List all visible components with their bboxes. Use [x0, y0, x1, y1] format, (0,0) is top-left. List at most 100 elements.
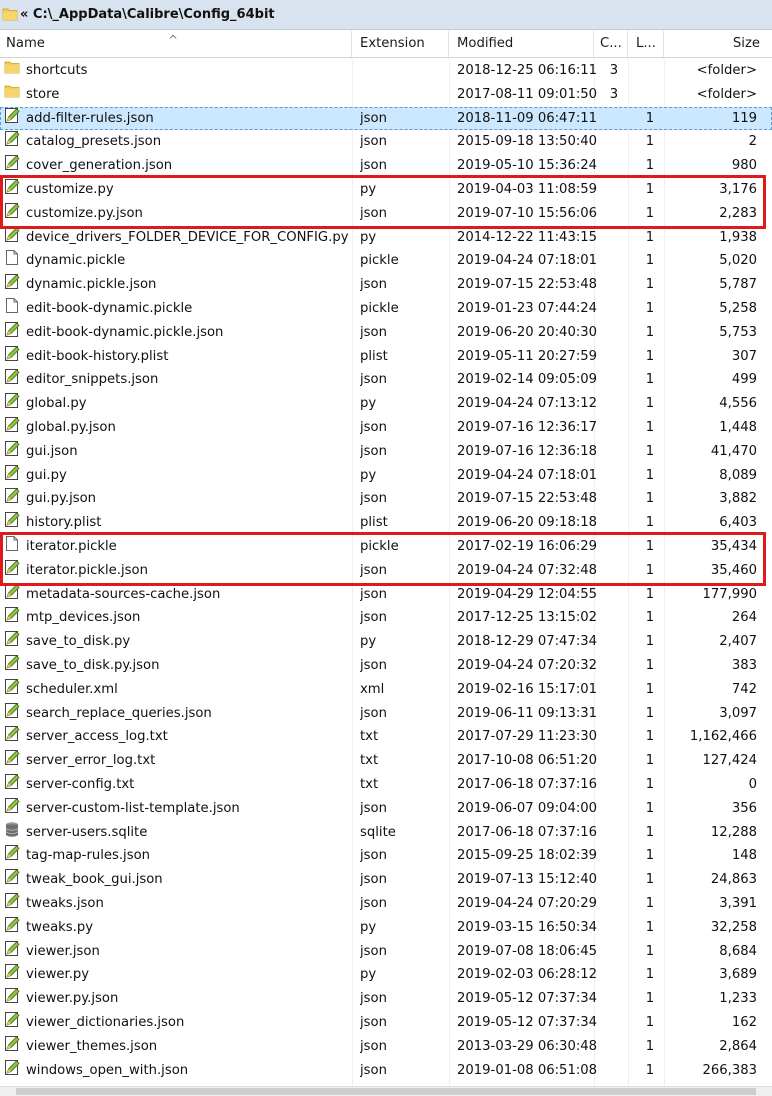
file-row[interactable]: editor_snippets.json json 2019-02-14 09:…: [0, 368, 772, 392]
address-bar[interactable]: « C:\_AppData\Calibre\Config_64bit: [0, 0, 772, 30]
edit-file-icon: [4, 368, 22, 392]
file-name: server-config.txt: [26, 777, 135, 792]
file-modified: 2019-04-24 07:13:12: [457, 396, 598, 412]
file-size: 41,470: [710, 443, 757, 459]
file-name: viewer.json: [26, 943, 100, 959]
scrollbar-thumb[interactable]: [16, 1088, 756, 1095]
file-row[interactable]: save_to_disk.py py 2018-12-29 07:47:34 1…: [0, 630, 772, 654]
file-row[interactable]: dynamic.pickle.json json 2019-07-15 22:5…: [0, 273, 772, 297]
file-row[interactable]: server-custom-list-template.json json 20…: [0, 797, 772, 821]
file-extension: [360, 83, 450, 107]
file-row[interactable]: server-config.txt txt 2017-06-18 07:37:1…: [0, 773, 772, 797]
file-name: save_to_disk.py: [26, 634, 131, 650]
edit-file-icon: [4, 273, 22, 297]
file-extension: txt: [360, 753, 379, 769]
file-row[interactable]: tweak_book_gui.json json 2019-07-13 15:1…: [0, 868, 772, 892]
file-name: viewer.py.json: [26, 991, 119, 1007]
file-name: edit-book-history.plist: [26, 348, 169, 364]
file-size: 1,448: [719, 420, 757, 435]
file-size: 307: [731, 348, 757, 364]
file-extension: json: [360, 134, 387, 150]
file-extension: json: [360, 872, 387, 888]
file-size: 264: [731, 610, 757, 626]
file-row[interactable]: catalog_presets.json json 2015-09-18 13:…: [0, 130, 772, 154]
file-row[interactable]: save_to_disk.py.json json 2019-04-24 07:…: [0, 654, 772, 678]
file-row[interactable]: edit-book-dynamic.pickle.json json 2019-…: [0, 321, 772, 345]
file-c: [600, 1035, 628, 1059]
file-row[interactable]: viewer.py.json json 2019-05-12 07:37:34 …: [0, 987, 772, 1011]
file-name: metadata-sources-cache.json: [26, 586, 221, 602]
file-name: search_replace_queries.json: [26, 705, 212, 721]
file-row[interactable]: viewer_dictionaries.json json 2019-05-12…: [0, 1011, 772, 1035]
column-name-header[interactable]: Name ^: [0, 31, 352, 57]
file-c: [600, 273, 628, 297]
file-name: add-filter-rules.json: [26, 110, 154, 126]
file-size: 2: [748, 134, 757, 150]
file-row[interactable]: tweaks.py py 2019-03-15 16:50:34 1 32,25…: [0, 916, 772, 940]
file-row[interactable]: search_replace_queries.json json 2019-06…: [0, 702, 772, 726]
file-row[interactable]: gui.py.json json 2019-07-15 22:53:48 1 3…: [0, 487, 772, 511]
file-row[interactable]: gui.py py 2019-04-24 07:18:01 1 8,089: [0, 464, 772, 488]
file-c: [600, 107, 628, 131]
file-extension: json: [360, 372, 387, 388]
edit-file-icon: [4, 226, 22, 250]
file-c: [600, 892, 628, 916]
column-extension-header[interactable]: Extension: [352, 31, 449, 57]
highlight-box: [0, 175, 766, 229]
file-modified: 2019-07-15 22:53:48: [457, 491, 598, 507]
file-row[interactable]: scheduler.xml xml 2019-02-16 15:17:01 1 …: [0, 678, 772, 702]
file-c: [600, 297, 628, 321]
file-modified: 2019-07-13 15:12:40: [457, 872, 598, 888]
file-extension: json: [360, 705, 387, 721]
file-extension: json: [360, 991, 387, 1007]
file-size: 1,938: [719, 229, 757, 245]
file-row[interactable]: mtp_devices.json json 2017-12-25 13:15:0…: [0, 606, 772, 630]
file-row[interactable]: device_drivers_FOLDER_DEVICE_FOR_CONFIG.…: [0, 226, 772, 250]
column-size-header[interactable]: Size: [664, 31, 772, 57]
file-row[interactable]: tag-map-rules.json json 2015-09-25 18:02…: [0, 844, 772, 868]
file-name: scheduler.xml: [26, 681, 118, 697]
address-path[interactable]: « C:\_AppData\Calibre\Config_64bit: [20, 7, 275, 22]
file-c: [600, 464, 628, 488]
file-row[interactable]: metadata-sources-cache.json json 2019-04…: [0, 583, 772, 607]
file-extension: json: [360, 800, 387, 816]
file-size: 119: [731, 110, 757, 126]
file-row[interactable]: tweaks.json json 2019-04-24 07:20:29 1 3…: [0, 892, 772, 916]
file-row[interactable]: shortcuts 2018-12-25 06:16:11 3 <folder>: [0, 59, 772, 83]
file-extension: json: [360, 943, 387, 959]
file-c: [600, 916, 628, 940]
file-extension: json: [360, 1062, 387, 1078]
column-modified-header[interactable]: Modified: [449, 31, 594, 57]
column-c-header[interactable]: C...: [594, 31, 628, 57]
file-modified: 2017-06-18 07:37:16: [457, 824, 598, 840]
file-row[interactable]: viewer_themes.json json 2013-03-29 06:30…: [0, 1035, 772, 1059]
file-extension: json: [360, 848, 387, 864]
file-modified: 2019-04-24 07:18:01: [457, 467, 598, 483]
file-row[interactable]: server-users.sqlite sqlite 2017-06-18 07…: [0, 821, 772, 845]
file-row[interactable]: add-filter-rules.json json 2018-11-09 06…: [0, 106, 772, 131]
file-row[interactable]: global.py py 2019-04-24 07:13:12 1 4,556: [0, 392, 772, 416]
file-name: store: [26, 86, 60, 102]
file-modified: 2019-06-07 09:04:00: [457, 800, 598, 816]
file-row[interactable]: viewer.json json 2019-07-08 18:06:45 1 8…: [0, 940, 772, 964]
file-row[interactable]: edit-book-dynamic.pickle pickle 2019-01-…: [0, 297, 772, 321]
edit-file-icon: [4, 702, 22, 726]
file-c: [600, 749, 628, 773]
file-row[interactable]: global.py.json json 2019-07-16 12:36:17 …: [0, 416, 772, 440]
file-row[interactable]: windows_open_with.json json 2019-01-08 0…: [0, 1059, 772, 1083]
edit-file-icon: [4, 916, 22, 940]
folder-icon: [4, 59, 22, 83]
file-modified: 2019-07-08 18:06:45: [457, 943, 598, 959]
file-row[interactable]: server_access_log.txt txt 2017-07-29 11:…: [0, 725, 772, 749]
file-extension: json: [360, 491, 387, 507]
file-row[interactable]: edit-book-history.plist plist 2019-05-11…: [0, 345, 772, 369]
edit-file-icon: [4, 797, 22, 821]
file-row[interactable]: dynamic.pickle pickle 2019-04-24 07:18:0…: [0, 249, 772, 273]
file-modified: 2019-06-20 20:40:30: [457, 324, 598, 340]
file-row[interactable]: viewer.py py 2019-02-03 06:28:12 1 3,689: [0, 963, 772, 987]
file-row[interactable]: gui.json json 2019-07-16 12:36:18 1 41,4…: [0, 440, 772, 464]
column-l-header[interactable]: L...: [628, 31, 664, 57]
file-row[interactable]: store 2017-08-11 09:01:50 3 <folder>: [0, 83, 772, 107]
file-name: tweak_book_gui.json: [26, 872, 163, 888]
file-row[interactable]: server_error_log.txt txt 2017-10-08 06:5…: [0, 749, 772, 773]
